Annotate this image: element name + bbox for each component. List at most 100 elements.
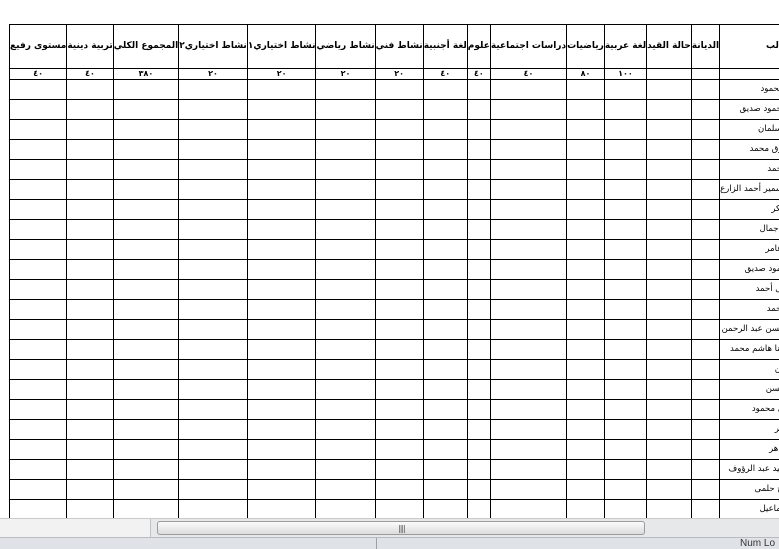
grade-cell[interactable] <box>375 500 423 519</box>
grade-cell[interactable] <box>113 500 178 519</box>
scroll-thumb[interactable]: |||| <box>157 521 645 535</box>
grade-cell[interactable] <box>67 80 113 100</box>
grade-cell[interactable] <box>113 460 178 480</box>
grade-cell[interactable] <box>375 320 423 340</box>
grade-cell[interactable] <box>567 260 605 280</box>
grade-cell[interactable] <box>375 140 423 160</box>
grade-cell[interactable] <box>604 220 646 240</box>
grade-cell[interactable] <box>10 340 67 360</box>
grade-cell[interactable] <box>10 260 67 280</box>
grade-cell[interactable] <box>467 180 490 200</box>
grade-cell[interactable] <box>316 260 375 280</box>
grade-cell[interactable] <box>490 240 566 260</box>
grade-cell[interactable] <box>113 400 178 420</box>
grade-cell[interactable] <box>375 180 423 200</box>
grade-cell[interactable] <box>691 140 719 160</box>
grade-cell[interactable] <box>604 280 646 300</box>
grade-cell[interactable] <box>647 480 692 500</box>
grade-cell[interactable] <box>467 320 490 340</box>
grade-cell[interactable] <box>316 420 375 440</box>
grade-cell[interactable] <box>247 280 316 300</box>
grade-cell[interactable] <box>316 300 375 320</box>
grade-cell[interactable] <box>10 240 67 260</box>
grade-cell[interactable] <box>247 240 316 260</box>
grade-cell[interactable] <box>10 320 67 340</box>
grade-cell[interactable] <box>179 80 248 100</box>
grade-cell[interactable] <box>316 80 375 100</box>
grade-cell[interactable] <box>316 280 375 300</box>
student-name-cell[interactable]: سما محمد عبد الفتاح حلمى <box>720 480 779 500</box>
grade-cell[interactable] <box>67 320 113 340</box>
grade-cell[interactable] <box>567 120 605 140</box>
grade-cell[interactable] <box>375 220 423 240</box>
grade-cell[interactable] <box>375 400 423 420</box>
grade-cell[interactable] <box>423 400 467 420</box>
grade-cell[interactable] <box>67 440 113 460</box>
grade-cell[interactable] <box>375 160 423 180</box>
grade-cell[interactable] <box>467 160 490 180</box>
grade-cell[interactable] <box>67 160 113 180</box>
grade-cell[interactable] <box>316 460 375 480</box>
grade-cell[interactable] <box>647 380 692 400</box>
grade-cell[interactable] <box>423 100 467 120</box>
grade-cell[interactable] <box>316 400 375 420</box>
grade-cell[interactable] <box>604 340 646 360</box>
grade-cell[interactable] <box>467 460 490 480</box>
grade-cell[interactable] <box>10 500 67 519</box>
student-name-cell[interactable]: جنى حسين عبد الرازق محمد <box>720 140 779 160</box>
student-name-cell[interactable]: سلمى أيمن مصطفى محمود <box>720 400 779 420</box>
grade-cell[interactable] <box>604 100 646 120</box>
grade-cell[interactable] <box>604 440 646 460</box>
grade-cell[interactable] <box>375 460 423 480</box>
grade-cell[interactable] <box>691 120 719 140</box>
grade-cell[interactable] <box>316 440 375 460</box>
grade-cell[interactable] <box>67 200 113 220</box>
grade-cell[interactable] <box>490 360 566 380</box>
grade-cell[interactable] <box>316 360 375 380</box>
grade-cell[interactable] <box>10 120 67 140</box>
grade-cell[interactable] <box>604 500 646 519</box>
grade-cell[interactable] <box>647 100 692 120</box>
grade-cell[interactable] <box>490 80 566 100</box>
grade-cell[interactable] <box>316 340 375 360</box>
grade-cell[interactable] <box>567 280 605 300</box>
grade-cell[interactable] <box>179 280 248 300</box>
grade-cell[interactable] <box>179 320 248 340</box>
grade-cell[interactable] <box>67 240 113 260</box>
max-mark-cell[interactable]: ٢٠ <box>316 69 375 80</box>
grade-cell[interactable] <box>247 220 316 240</box>
max-mark-cell[interactable] <box>647 69 692 80</box>
student-name-cell[interactable]: سلمى علي أحمد عمر <box>720 420 779 440</box>
grade-cell[interactable] <box>490 140 566 160</box>
grade-cell[interactable] <box>375 100 423 120</box>
grade-cell[interactable] <box>316 140 375 160</box>
grade-cell[interactable] <box>423 200 467 220</box>
grade-cell[interactable] <box>467 240 490 260</box>
grade-cell[interactable] <box>179 180 248 200</box>
grade-cell[interactable] <box>691 260 719 280</box>
grade-cell[interactable] <box>316 320 375 340</box>
grade-cell[interactable] <box>10 440 67 460</box>
grade-cell[interactable] <box>467 140 490 160</box>
grade-cell[interactable] <box>490 500 566 519</box>
grade-cell[interactable] <box>691 400 719 420</box>
grade-cell[interactable] <box>67 400 113 420</box>
grade-cell[interactable] <box>247 140 316 160</box>
grade-cell[interactable] <box>113 260 178 280</box>
column-header[interactable]: الديانة <box>691 25 719 69</box>
grade-cell[interactable] <box>691 280 719 300</box>
grade-cell[interactable] <box>179 440 248 460</box>
grade-cell[interactable] <box>567 240 605 260</box>
grade-cell[interactable] <box>179 460 248 480</box>
grade-cell[interactable] <box>67 300 113 320</box>
grade-cell[interactable] <box>375 360 423 380</box>
grade-cell[interactable] <box>316 120 375 140</box>
max-mark-cell[interactable]: ٤٠ <box>423 69 467 80</box>
grade-cell[interactable] <box>567 460 605 480</box>
grade-cell[interactable] <box>375 240 423 260</box>
grade-cell[interactable] <box>247 300 316 320</box>
grade-cell[interactable] <box>490 120 566 140</box>
grade-cell[interactable] <box>647 280 692 300</box>
grade-cell[interactable] <box>691 200 719 220</box>
grade-cell[interactable] <box>316 100 375 120</box>
